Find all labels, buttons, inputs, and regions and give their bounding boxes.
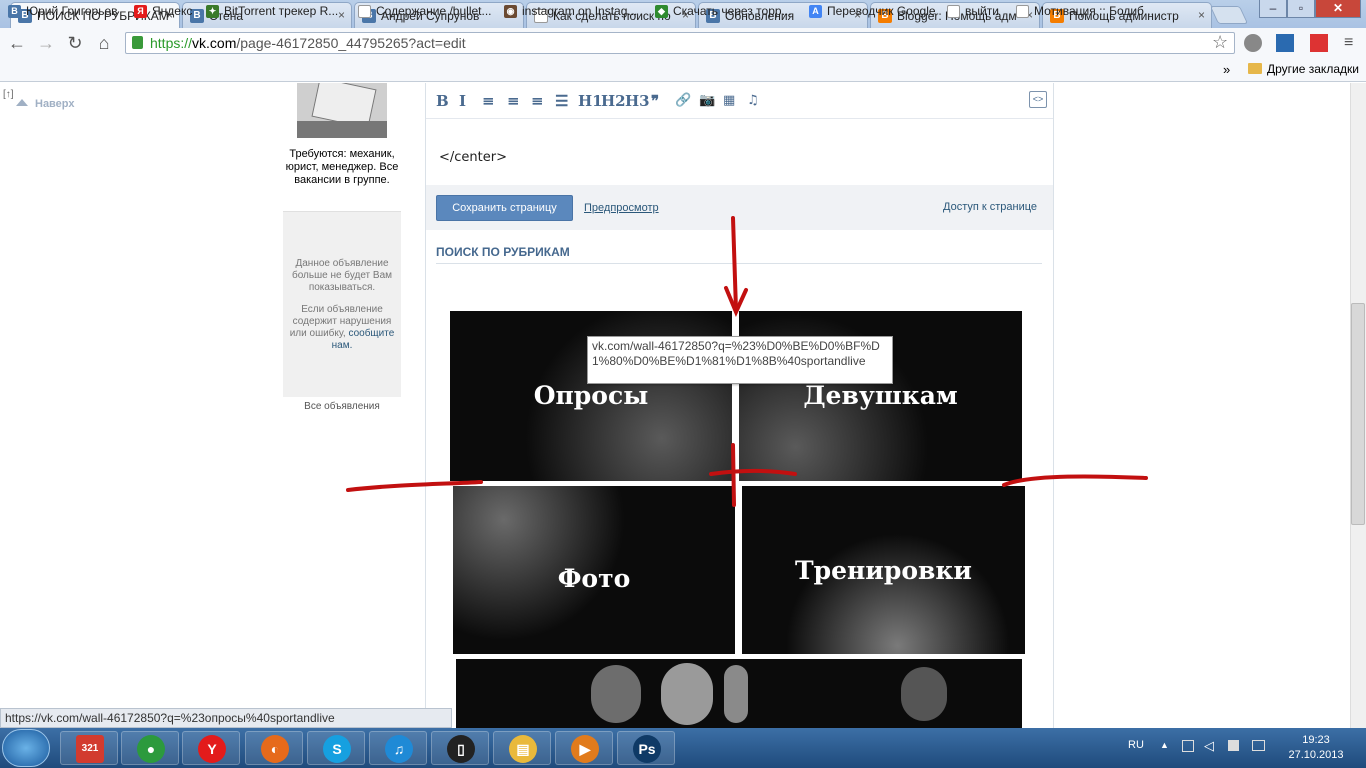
photoshop-icon: Ps <box>633 735 661 763</box>
status-bar-url: https://vk.com/wall-46172850?q=%23опросы… <box>0 708 452 728</box>
photoshop-taskbar-button[interactable]: Ps <box>617 731 675 765</box>
clock-date: 27.10.2013 <box>1288 749 1344 761</box>
volume-icon[interactable]: ◁ <box>1204 738 1214 754</box>
monitor-icon[interactable] <box>1252 740 1265 751</box>
link-tooltip: vk.com/wall-46172850?q=%23%D0%BE%D0%BF%D… <box>587 336 893 384</box>
explorer-icon: ▤ <box>509 735 537 763</box>
firefox-icon: ◐ <box>261 735 289 763</box>
start-button[interactable] <box>2 729 50 767</box>
tray-arrow-icon[interactable]: ▲ <box>1160 740 1169 750</box>
network-icon[interactable] <box>1182 740 1194 752</box>
itunes-taskbar-button[interactable]: ♫ <box>369 731 427 765</box>
player-icon: ▶ <box>571 735 599 763</box>
skype-icon: S <box>323 735 351 763</box>
phone-taskbar-button[interactable]: ▯ <box>431 731 489 765</box>
chrome-icon: ● <box>137 735 165 763</box>
itunes-icon: ♫ <box>385 735 413 763</box>
yandex-taskbar-button[interactable]: Y <box>182 731 240 765</box>
explorer-taskbar-button[interactable]: ▤ <box>493 731 551 765</box>
firefox-taskbar-button[interactable]: ◐ <box>245 731 303 765</box>
skype-taskbar-button[interactable]: S <box>307 731 365 765</box>
flag-icon[interactable] <box>1228 740 1239 751</box>
clock-time: 19:23 <box>1302 734 1330 746</box>
calendar-taskbar-button[interactable]: 321 <box>60 731 118 765</box>
clock[interactable]: 19:23 27.10.2013 <box>1280 733 1352 763</box>
player-taskbar-button[interactable]: ▶ <box>555 731 613 765</box>
yandex-icon: Y <box>198 735 226 763</box>
phone-icon: ▯ <box>447 735 475 763</box>
chrome-taskbar-button[interactable]: ● <box>121 731 179 765</box>
language-indicator[interactable]: RU <box>1128 739 1144 751</box>
calendar-icon: 321 <box>76 735 104 763</box>
red-annotations <box>346 216 1148 507</box>
